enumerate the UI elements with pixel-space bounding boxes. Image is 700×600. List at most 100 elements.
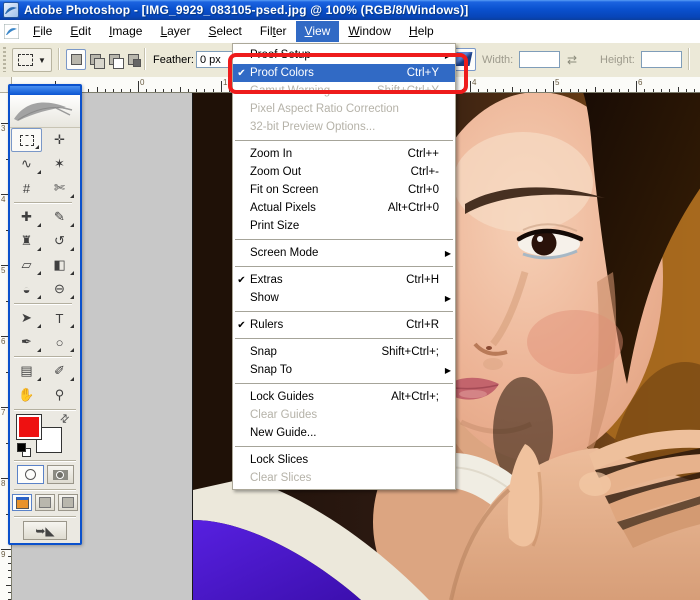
path-selection-icon: ➤ <box>21 310 32 326</box>
shape-tool[interactable]: ○ <box>43 330 76 354</box>
menu-item-zoom-in[interactable]: Zoom InCtrl++ <box>233 145 455 163</box>
menu-item-print-size[interactable]: Print Size <box>233 217 455 235</box>
default-colors-icon[interactable] <box>17 443 26 452</box>
menu-edit[interactable]: Edit <box>61 21 100 42</box>
menu-item-lock-guides[interactable]: Lock GuidesAlt+Ctrl+; <box>233 388 455 406</box>
menu-item-zoom-out[interactable]: Zoom OutCtrl+- <box>233 163 455 181</box>
type-icon: T <box>56 311 64 326</box>
menu-item-label: Pixel Aspect Ratio Correction <box>250 103 399 115</box>
divider <box>14 409 76 410</box>
notes-tool[interactable]: ▤ <box>10 359 43 383</box>
quick-mask-mode-button[interactable] <box>47 465 74 484</box>
eyedropper-tool[interactable]: ✐ <box>43 359 76 383</box>
intersect-selection-button[interactable] <box>123 49 143 70</box>
move-tool[interactable]: ✛ <box>43 128 76 152</box>
height-input[interactable] <box>641 51 682 68</box>
new-selection-icon <box>71 54 82 65</box>
type-tool[interactable]: T <box>43 306 76 330</box>
window-title: Adobe Photoshop - [IMG_9929_083105-psed.… <box>24 3 468 17</box>
rectangular-marquee-tool[interactable] <box>11 128 42 152</box>
menu-image[interactable]: Image <box>100 21 151 42</box>
menu-item-proof-setup[interactable]: Proof Setup▶ <box>233 46 455 64</box>
add-to-selection-icon <box>90 54 101 65</box>
feather-label: Feather: <box>153 54 194 66</box>
height-label: Height: <box>600 54 635 66</box>
clone-stamp-tool[interactable]: ♜ <box>10 229 43 253</box>
foreground-color-swatch[interactable] <box>16 414 42 440</box>
subtract-from-selection-button[interactable] <box>104 49 124 70</box>
menu-separator <box>235 239 453 240</box>
menu-item-label: Snap <box>250 346 277 358</box>
options-bar-grip[interactable] <box>3 47 6 72</box>
menu-item-screen-mode[interactable]: Screen Mode▶ <box>233 244 455 262</box>
menu-item-lock-slices[interactable]: Lock Slices <box>233 451 455 469</box>
fullscreen-menubar-mode-button[interactable] <box>35 494 55 511</box>
menu-item-actual-pixels[interactable]: Actual PixelsAlt+Ctrl+0 <box>233 199 455 217</box>
menu-item-show[interactable]: Show▶ <box>233 289 455 307</box>
chevron-down-icon: ▼ <box>38 56 46 65</box>
menu-item-shortcut: Ctrl+H <box>406 274 455 286</box>
menu-item-snap[interactable]: Snap Shift+Ctrl+; <box>233 343 455 361</box>
menu-help[interactable]: Help <box>400 21 443 42</box>
menu-item-label: Rulers <box>250 319 283 331</box>
document-feather-icon <box>4 24 19 39</box>
fullscreen-mode-button[interactable] <box>58 494 78 511</box>
palette-title-bar[interactable] <box>10 86 80 95</box>
hand-icon: ✋ <box>18 387 34 403</box>
new-selection-button[interactable] <box>66 49 86 70</box>
standard-mode-button[interactable] <box>17 465 44 484</box>
subtract-from-selection-icon <box>109 54 120 65</box>
divider <box>688 48 689 70</box>
eraser-tool[interactable]: ▱ <box>10 253 43 277</box>
menu-item-clear-slices: Clear Slices <box>233 469 455 487</box>
feather-input[interactable] <box>196 51 235 68</box>
divider <box>14 356 72 357</box>
screen-mode-icon <box>39 497 51 508</box>
history-brush-tool[interactable]: ↺ <box>43 229 76 253</box>
magic-wand-tool[interactable]: ✶ <box>43 152 76 176</box>
menu-layer[interactable]: Layer <box>151 21 199 42</box>
add-to-selection-button[interactable] <box>85 49 105 70</box>
swap-dimensions-icon[interactable]: ⇄ <box>567 53 577 67</box>
pen-tool[interactable]: ✒ <box>10 330 43 354</box>
blur-tool[interactable]: ◒ <box>10 277 43 301</box>
tool-preset-picker[interactable]: ▼ <box>12 48 52 72</box>
path-selection-tool[interactable]: ➤ <box>10 306 43 330</box>
menu-item-new-guide[interactable]: New Guide... <box>233 424 455 442</box>
lasso-tool[interactable]: ∿ <box>10 152 43 176</box>
ruler-number: 7 <box>1 408 5 417</box>
menu-item-fit-on-screen[interactable]: Fit on ScreenCtrl+0 <box>233 181 455 199</box>
divider <box>58 48 59 70</box>
standard-screen-mode-button[interactable] <box>12 494 32 511</box>
menu-item-shortcut: Ctrl+R <box>406 319 455 331</box>
menu-select[interactable]: Select <box>199 21 250 42</box>
menu-item-extras[interactable]: ✔ExtrasCtrl+H <box>233 271 455 289</box>
menu-item-snap-to[interactable]: Snap To▶ <box>233 361 455 379</box>
brush-tool[interactable]: ✎ <box>43 205 76 229</box>
menu-file[interactable]: File <box>24 21 61 42</box>
checkmark-icon: ✔ <box>233 320 250 331</box>
edit-in-imageready-button[interactable]: ➥◣ <box>23 521 67 540</box>
menu-view[interactable]: View <box>296 21 340 42</box>
dodge-tool[interactable]: ⊖ <box>43 277 76 301</box>
divider <box>144 48 145 70</box>
paint-bucket-tool[interactable]: ◧ <box>43 253 76 277</box>
tool-palette: ✛∿✶#✄✚✎♜↺▱◧◒⊖ ➤ T ✒○▤✐ ✋ ⚲ ⇄ ➥◣ <box>8 84 82 545</box>
crop-tool[interactable]: # <box>10 176 43 200</box>
slice-tool[interactable]: ✄ <box>43 176 76 200</box>
divider <box>14 460 76 461</box>
checkmark-icon: ✔ <box>233 68 250 79</box>
zoom-tool[interactable]: ⚲ <box>43 383 76 407</box>
menu-item-label: New Guide... <box>250 427 316 439</box>
menu-item-rulers[interactable]: ✔Rulers Ctrl+R <box>233 316 455 334</box>
menu-item-shortcut: Shift+Ctrl+; <box>381 346 455 358</box>
swap-colors-icon[interactable]: ⇄ <box>57 411 73 427</box>
healing-brush-tool[interactable]: ✚ <box>10 205 43 229</box>
width-input[interactable] <box>519 51 560 68</box>
ruler-number: 8 <box>1 479 5 488</box>
menu-window[interactable]: Window <box>339 21 400 42</box>
menu-item-label: Gamut Warning <box>250 85 330 97</box>
menu-filter[interactable]: Filter <box>251 21 296 42</box>
menu-item-proof-colors[interactable]: ✔Proof ColorsCtrl+Y <box>233 64 455 82</box>
hand-tool[interactable]: ✋ <box>10 383 43 407</box>
